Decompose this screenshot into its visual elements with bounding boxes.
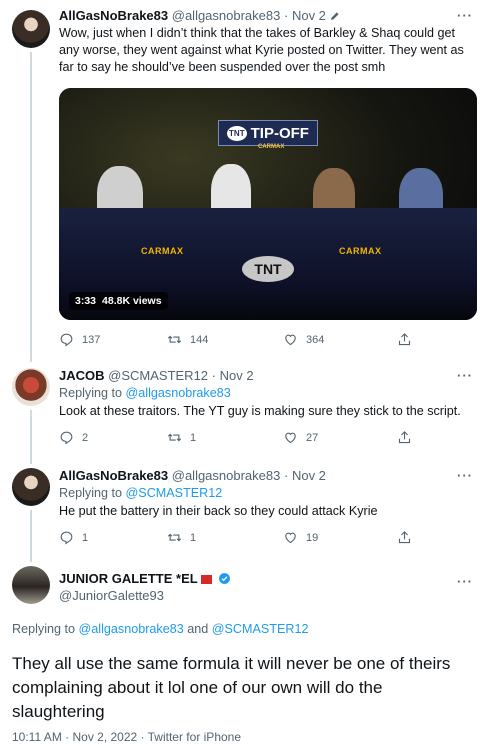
share-button[interactable] bbox=[397, 530, 412, 545]
replying-to-link[interactable]: @SCMASTER12 bbox=[126, 486, 223, 500]
share-button[interactable] bbox=[397, 332, 412, 347]
dot-separator: · bbox=[283, 468, 289, 483]
reply-button[interactable]: 137 bbox=[59, 332, 100, 347]
tweet-actions: 137 144 364 bbox=[59, 332, 419, 348]
tweet-date[interactable]: Nov 2 bbox=[292, 468, 326, 483]
like-count: 27 bbox=[306, 431, 319, 444]
video-views: 48.8K views bbox=[102, 295, 162, 307]
display-name[interactable]: AllGasNoBrake83 bbox=[59, 468, 168, 483]
like-icon bbox=[285, 432, 296, 444]
tip-off-logo: TNT TIP-OFF bbox=[218, 120, 318, 146]
reply-icon bbox=[60, 531, 73, 545]
edit-icon bbox=[330, 12, 339, 20]
tweet-header: AllGasNoBrake83 @allgasnobrake83 · Nov 2 bbox=[59, 468, 326, 484]
user-handle[interactable]: @allgasnobrake83 bbox=[172, 8, 281, 23]
like-button[interactable]: 19 bbox=[283, 530, 318, 545]
reply-count: 2 bbox=[82, 431, 89, 444]
retweet-count: 1 bbox=[190, 431, 197, 444]
carmax-sub-label: CARMAX bbox=[258, 144, 285, 150]
tweet-date[interactable]: Nov 2 bbox=[220, 368, 254, 383]
retweet-count: 1 bbox=[190, 531, 197, 544]
verified-icon bbox=[219, 573, 230, 584]
replying-to: Replying to @allgasnobrake83 and @SCMAST… bbox=[12, 622, 309, 636]
retweet-button[interactable]: 1 bbox=[167, 430, 196, 445]
carmax-logo-left: CARMAX bbox=[141, 246, 184, 256]
replying-prefix: Replying to bbox=[59, 386, 123, 400]
replying-to: Replying to @SCMASTER12 bbox=[59, 485, 222, 501]
reply-icon bbox=[60, 333, 73, 347]
avatar[interactable] bbox=[12, 566, 50, 604]
tweet-header: JACOB @SCMASTER12 · Nov 2 bbox=[59, 368, 254, 384]
more-icon[interactable]: ··· bbox=[457, 8, 473, 23]
tweet-text: They all use the same formula it will ne… bbox=[12, 654, 451, 721]
reply-button[interactable]: 1 bbox=[59, 530, 88, 545]
like-icon bbox=[285, 532, 296, 544]
display-name[interactable]: JACOB bbox=[59, 368, 105, 383]
replying-to-link[interactable]: @allgasnobrake83 bbox=[79, 622, 184, 636]
replying-prefix: Replying to bbox=[12, 622, 76, 636]
tip-off-text: TIP-OFF bbox=[250, 124, 309, 142]
avatar[interactable] bbox=[12, 468, 50, 506]
tweet-text: Wow, just when I didn’t think that the t… bbox=[59, 26, 464, 74]
tnt-logo: TNT bbox=[242, 256, 294, 282]
tweet-header: AllGasNoBrake83 @allgasnobrake83 · Nov 2 bbox=[59, 8, 340, 24]
reply-count: 1 bbox=[82, 531, 89, 544]
replying-prefix: Replying to bbox=[59, 486, 123, 500]
video-player[interactable]: TNT TIP-OFF CARMAX CARMAX CARMAX TNT 3:3… bbox=[59, 88, 477, 320]
dot-separator: · bbox=[211, 368, 216, 383]
like-count: 19 bbox=[306, 531, 319, 544]
flag-emoji-icon bbox=[201, 575, 213, 584]
video-duration: 3:33 bbox=[75, 295, 97, 307]
video-info-badge: 3:33 48.8K views bbox=[69, 292, 168, 310]
more-icon[interactable]: ··· bbox=[457, 468, 473, 483]
replying-to-link[interactable]: @allgasnobrake83 bbox=[126, 386, 231, 400]
user-handle[interactable]: @JuniorGalette93 bbox=[59, 588, 164, 603]
avatar[interactable] bbox=[12, 10, 50, 48]
retweet-icon bbox=[167, 335, 182, 344]
avatar[interactable] bbox=[12, 368, 50, 406]
tweet-text: Look at these traitors. The YT guy is ma… bbox=[59, 404, 461, 418]
replying-to: Replying to @allgasnobrake83 bbox=[59, 385, 231, 401]
tweet-timestamp[interactable]: 10:11 AM · Nov 2, 2022 · Twitter for iPh… bbox=[12, 730, 241, 744]
dot-separator: · bbox=[283, 8, 289, 23]
thread-line bbox=[30, 410, 32, 464]
retweet-button[interactable]: 1 bbox=[167, 530, 196, 545]
more-icon[interactable]: ··· bbox=[457, 368, 473, 383]
reply-button[interactable]: 2 bbox=[59, 430, 88, 445]
retweet-icon bbox=[167, 433, 182, 442]
tweet-date[interactable]: Nov 2 bbox=[292, 8, 326, 23]
tweet-header: JUNIOR GALETTE *EL bbox=[59, 571, 231, 587]
reply-icon bbox=[60, 431, 73, 445]
thread-line bbox=[30, 52, 32, 362]
like-count: 364 bbox=[306, 333, 325, 346]
handle-line: @JuniorGalette93 bbox=[59, 588, 164, 604]
tweet-actions: 2 1 27 bbox=[59, 430, 419, 446]
tweet-3[interactable]: AllGasNoBrake83 @allgasnobrake83 · Nov 2… bbox=[0, 468, 487, 562]
share-icon bbox=[398, 431, 411, 444]
like-button[interactable]: 364 bbox=[283, 332, 324, 347]
replying-to-link[interactable]: @SCMASTER12 bbox=[212, 622, 309, 636]
carmax-logo-right: CARMAX bbox=[339, 246, 382, 256]
thread-line bbox=[30, 510, 32, 562]
replying-and: and bbox=[187, 622, 209, 636]
more-icon[interactable]: ··· bbox=[457, 574, 473, 589]
tweet-1[interactable]: AllGasNoBrake83 @allgasnobrake83 · Nov 2… bbox=[0, 8, 487, 362]
tweet-text: He put the battery in their back so they… bbox=[59, 504, 378, 518]
share-icon bbox=[398, 531, 411, 544]
display-name[interactable]: AllGasNoBrake83 bbox=[59, 8, 168, 23]
share-button[interactable] bbox=[397, 430, 412, 445]
like-icon bbox=[285, 334, 296, 346]
user-handle[interactable]: @SCMASTER12 bbox=[108, 368, 208, 383]
retweet-button[interactable]: 144 bbox=[167, 332, 208, 347]
share-icon bbox=[398, 333, 411, 346]
like-button[interactable]: 27 bbox=[283, 430, 318, 445]
user-handle[interactable]: @allgasnobrake83 bbox=[172, 468, 281, 483]
tweet-actions: 1 1 19 bbox=[59, 530, 419, 546]
reply-count: 137 bbox=[82, 333, 101, 346]
tweet-2[interactable]: JACOB @SCMASTER12 · Nov 2 ··· Replying t… bbox=[0, 368, 487, 464]
tnt-logo-badge: TNT bbox=[227, 125, 247, 141]
retweet-count: 144 bbox=[190, 333, 209, 346]
retweet-icon bbox=[167, 533, 182, 542]
display-name[interactable]: JUNIOR GALETTE *EL bbox=[59, 571, 198, 586]
